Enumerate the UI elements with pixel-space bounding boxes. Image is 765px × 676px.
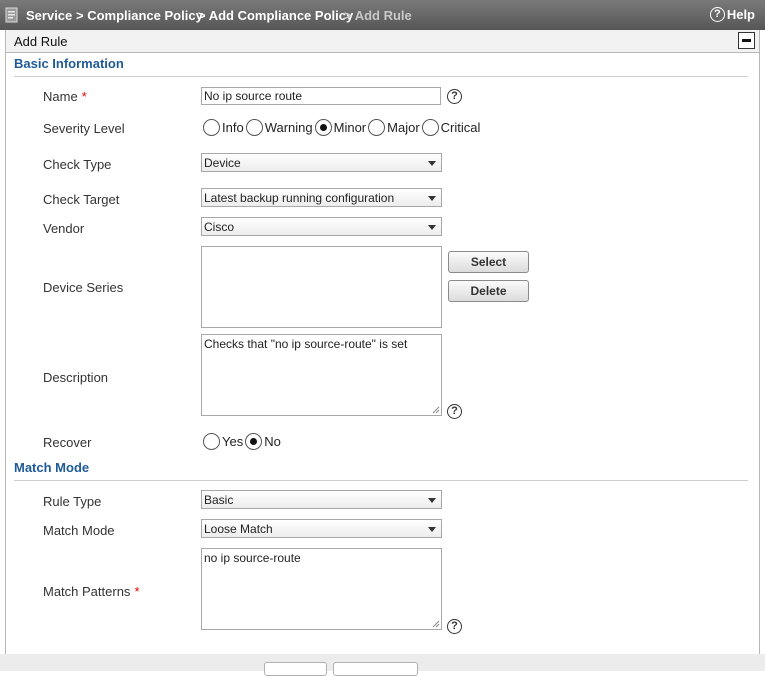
recover-label: Recover [43,435,92,450]
collapse-icon[interactable] [738,32,755,49]
check-type-label: Check Type [43,157,112,172]
description-text: Checks that "no ip source-route" is set [204,337,408,351]
severity-radio-info[interactable]: Info [203,119,246,137]
delete-button[interactable]: Delete [448,280,529,302]
match-patterns-text: no ip source-route [204,551,301,565]
match-mode-label: Match Mode [43,523,115,538]
severity-radio-group: Info Warning Minor Major Critical [203,119,483,137]
chevron-down-icon [428,527,436,532]
breadcrumb-add-compliance-policy[interactable]: > Add Compliance Policy [198,8,353,23]
section-divider [14,76,748,77]
recover-radio-no[interactable]: No [245,433,283,451]
resize-grip-icon[interactable] [432,620,440,628]
vendor-select[interactable]: Cisco [201,217,442,236]
section-title-match-mode: Match Mode [14,460,90,475]
rule-type-label: Rule Type [43,494,102,509]
check-type-select[interactable]: Device [201,153,442,172]
severity-radio-major[interactable]: Major [368,119,422,137]
cancel-button[interactable] [333,662,418,676]
description-textarea[interactable]: Checks that "no ip source-route" is set [201,334,442,416]
breadcrumb-compliance-policy[interactable]: > Compliance Policy [76,8,203,23]
help-link[interactable]: ? Help [709,7,755,22]
chevron-down-icon [428,161,436,166]
name-label: Name * [43,89,87,104]
help-label: Help [726,7,755,22]
check-target-label: Check Target [43,192,120,207]
breadcrumb-service[interactable]: Service [26,8,72,23]
resize-grip-icon[interactable] [432,406,440,414]
document-home-icon[interactable] [5,7,19,23]
severity-radio-critical[interactable]: Critical [421,119,483,137]
device-series-label: Device Series [43,280,124,295]
match-mode-select[interactable]: Loose Match [201,519,442,538]
section-divider [14,480,748,481]
select-button[interactable]: Select [448,251,529,273]
section-title-basic: Basic Information [14,56,124,71]
chevron-down-icon [428,196,436,201]
check-target-select[interactable]: Latest backup running configuration [201,188,442,207]
vendor-label: Vendor [43,221,85,236]
name-input[interactable] [201,87,441,105]
device-series-list[interactable] [201,246,442,328]
required-mark: * [134,584,140,599]
recover-radio-yes[interactable]: Yes [203,433,245,451]
severity-radio-warning[interactable]: Warning [245,119,315,137]
description-label: Description [43,370,109,385]
panel-header: Add Rule [5,30,760,53]
rule-type-select[interactable]: Basic [201,490,442,509]
chevron-down-icon [428,225,436,230]
ok-button[interactable] [264,662,327,676]
question-circle-icon[interactable]: ? [447,89,462,104]
chevron-down-icon [428,498,436,503]
required-mark: * [81,89,87,104]
breadcrumb-add-rule: > Add Rule [344,8,412,23]
severity-radio-minor[interactable]: Minor [314,119,369,137]
question-circle-icon[interactable]: ? [447,619,462,634]
match-patterns-label: Match Patterns * [43,584,140,599]
breadcrumb-bar: Service > Compliance Policy > Add Compli… [0,0,765,30]
match-patterns-textarea[interactable]: no ip source-route [201,548,442,630]
severity-level-label: Severity Level [43,121,125,136]
recover-radio-group: Yes No [203,433,283,451]
panel-title: Add Rule [14,34,68,49]
question-circle-icon[interactable]: ? [447,404,462,419]
question-circle-icon: ? [709,7,725,22]
